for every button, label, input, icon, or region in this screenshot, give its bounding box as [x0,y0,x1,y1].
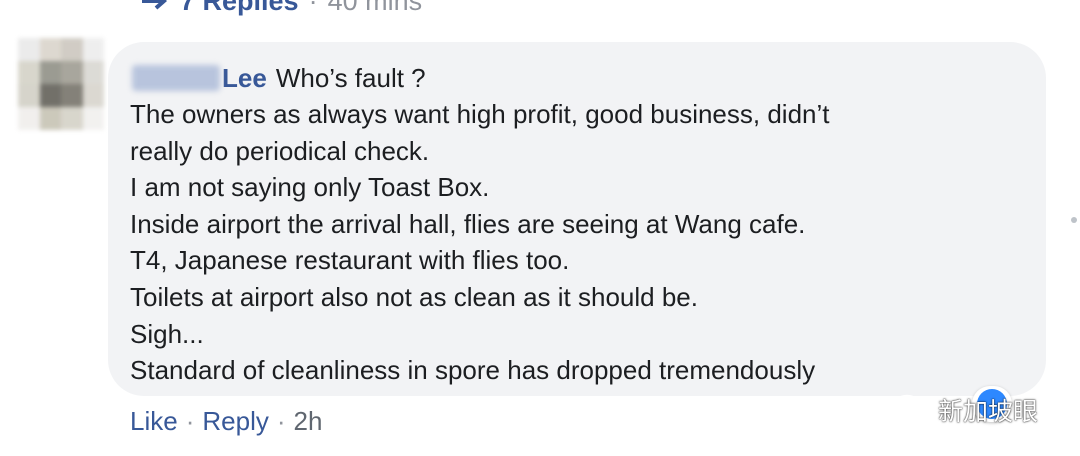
reply-button[interactable]: Reply [202,406,268,437]
like-button[interactable]: Like [130,406,178,437]
author-name-link[interactable]: Lee [222,63,267,94]
comment-line: I am not saying only Toast Box. [130,172,490,203]
comment-header: Lee Who’s fault ? [132,60,426,96]
comment-actions: Like · Reply · 2h [130,406,322,437]
view-replies-link[interactable]: 7 Replies · 40 mins [140,0,422,16]
replies-count-label[interactable]: 7 Replies [180,0,299,17]
comment-line: T4, Japanese restaurant with flies too. [130,245,570,276]
avatar[interactable] [18,38,104,130]
action-separator: · [185,406,195,436]
wechat-logo-icon [892,394,931,425]
comment-line: The owners as always want high profit, g… [130,99,830,129]
watermark: 新加坡眼 [892,392,1038,428]
comment-line: Toilets at airport also not as clean as … [130,281,698,312]
comment-line: Standard of cleanliness in spore has dro… [130,355,816,386]
scroll-indicator-dot [1071,217,1077,223]
comment-thread-view: 7 Replies · 40 mins Lee Who’s fault ? Th… [0,0,1080,456]
comment-text: The owners as always want high profit, g… [130,96,1030,389]
action-separator: · [276,406,286,436]
comment-line: Inside airport the arrival hall, flies a… [130,208,806,239]
comment-timestamp[interactable]: 2h [294,406,323,437]
comment-line: Sigh... [130,318,204,349]
watermark-text: 新加坡眼 [938,397,1039,426]
comment-line: really do periodical check. [130,135,430,166]
replies-separator: · [308,0,318,16]
reply-arrow-icon [142,0,168,10]
redacted-name [132,65,220,91]
comment-first-line: Who’s fault ? [275,62,426,93]
replies-timestamp: 40 mins [327,0,423,16]
